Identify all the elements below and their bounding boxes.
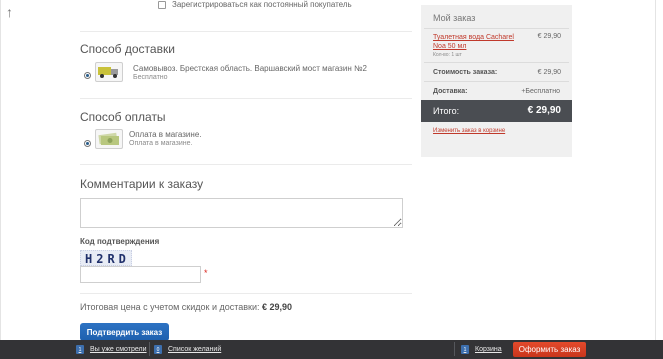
delivery-title: Способ доставки <box>80 42 175 56</box>
edit-cart-link[interactable]: Изменить заказ в корзине <box>433 128 505 134</box>
cost-label: Стоимость заказа: <box>433 69 498 76</box>
divider <box>424 62 569 63</box>
divider <box>80 164 412 165</box>
viewed-label: Вы уже смотрели <box>90 346 147 353</box>
cash-icon <box>95 129 123 149</box>
checkout-button[interactable]: Оформить заказ <box>513 342 586 357</box>
product-link[interactable]: Туалетная вода Cacharel Noa 50 мл <box>433 33 523 51</box>
total-line-label: Итоговая цена с учетом скидок и доставки… <box>80 302 260 312</box>
page-frame-right <box>655 0 656 340</box>
cost-value: € 29,90 <box>537 69 561 76</box>
comments-textarea[interactable] <box>80 198 403 228</box>
captcha-image: H2RD <box>80 250 132 266</box>
payment-title: Способ оплаты <box>80 110 166 124</box>
divider <box>424 28 569 29</box>
wishlist-link[interactable]: 0 Список желаний <box>154 345 221 354</box>
delivery-option-name: Самовывоз. Брестская область. Варшавский… <box>133 64 367 73</box>
payment-option-desc: Оплата в магазине. <box>129 140 193 147</box>
confirm-order-button[interactable]: Подтвердить заказ <box>80 323 169 341</box>
register-checkbox[interactable] <box>158 0 166 9</box>
bottom-bar-separator <box>149 342 150 356</box>
delivery-option-desc: Бесплатно <box>133 74 168 81</box>
payment-option-name: Оплата в магазине. <box>129 130 202 139</box>
captcha-input[interactable] <box>80 266 201 283</box>
register-label: Зарегистрироваться как постоянный покупа… <box>172 0 352 9</box>
product-price: € 29,90 <box>537 33 561 40</box>
bottom-bar-separator <box>454 342 455 356</box>
cart-icon: 1 <box>461 345 469 354</box>
order-panel-title: Мой заказ <box>433 13 476 23</box>
grand-total-value: € 29,90 <box>527 105 561 116</box>
delivery-option[interactable]: Самовывоз. Брестская область. Варшавский… <box>133 64 367 81</box>
divider <box>80 98 412 99</box>
product-qty: Кол-во: 1 шт <box>433 52 462 58</box>
wishlist-label: Список желаний <box>168 346 222 353</box>
arrow-up-icon[interactable]: ↑ <box>6 4 13 20</box>
grand-total-label: Итого: <box>433 106 460 116</box>
delivery-radio[interactable] <box>84 66 91 84</box>
cart-label: Корзина <box>475 346 502 353</box>
delivery-cost-value: +Бесплатно <box>521 88 560 95</box>
divider <box>80 293 412 294</box>
wishlist-icon: 0 <box>154 345 162 354</box>
total-line-value: € 29,90 <box>262 302 293 312</box>
total-line: Итоговая цена с учетом скидок и доставки… <box>80 302 292 312</box>
delivery-truck-icon <box>95 62 123 82</box>
divider <box>80 31 412 32</box>
captcha-label: Код подтверждения <box>80 237 160 246</box>
payment-radio[interactable] <box>84 134 91 152</box>
comments-title: Комментарии к заказу <box>80 177 204 191</box>
page-frame-left <box>0 0 1 340</box>
cart-link[interactable]: 1 Корзина <box>461 345 502 354</box>
divider <box>424 81 569 82</box>
required-mark: * <box>204 268 208 278</box>
register-row[interactable]: Зарегистрироваться как постоянный покупа… <box>158 0 352 9</box>
payment-option[interactable]: Оплата в магазине. Оплата в магазине. <box>129 130 202 147</box>
viewed-link[interactable]: 1 Вы уже смотрели <box>76 345 147 354</box>
delivery-cost-label: Доставка: <box>433 88 468 95</box>
viewed-icon: 1 <box>76 345 84 354</box>
